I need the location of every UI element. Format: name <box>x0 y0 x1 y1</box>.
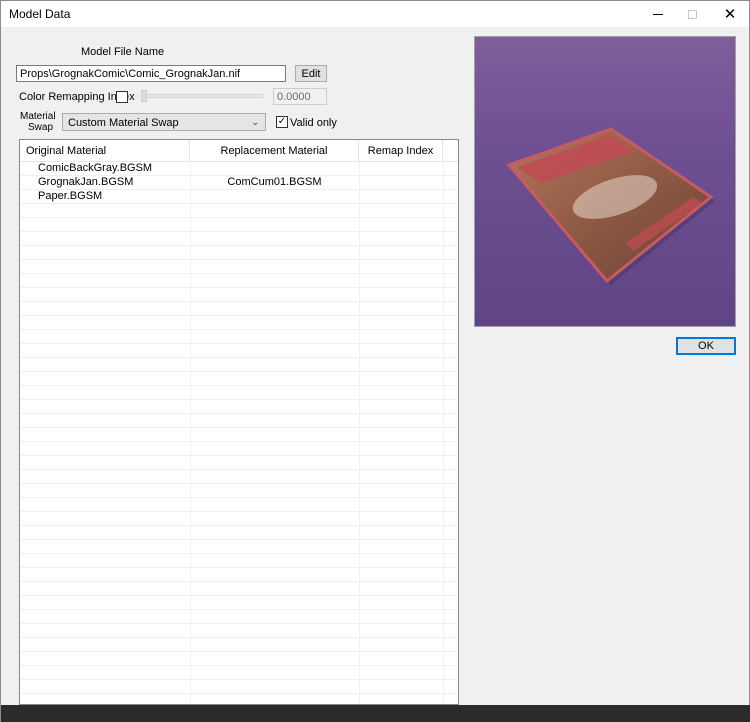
material-swap-dropdown[interactable]: Custom Material Swap ⌄ <box>62 113 266 131</box>
comic-model-render <box>506 127 715 285</box>
table-row[interactable]: GrognakJan.BGSM ComCum01.BGSM <box>20 176 458 190</box>
model-file-name-label: Model File Name <box>81 46 165 58</box>
column-remap-index[interactable]: Remap Index <box>359 140 443 162</box>
table-row[interactable]: Paper.BGSM <box>20 190 458 204</box>
materials-table-body: ComicBackGray.BGSM GrognakJan.BGSM ComCu… <box>20 162 458 704</box>
material-swap-label-line2: Swap <box>28 122 54 133</box>
edit-button[interactable]: Edit <box>295 65 327 82</box>
table-row[interactable]: ComicBackGray.BGSM <box>20 162 458 176</box>
material-swap-selected: Custom Material Swap <box>68 117 179 129</box>
ok-button[interactable]: OK <box>676 337 736 355</box>
model-data-window: Model Data ✕ Model File Name Props\Grogn… <box>0 0 750 722</box>
valid-only-checkbox[interactable]: ✓ <box>276 116 288 128</box>
title-bar[interactable]: Model Data ✕ <box>1 1 749 27</box>
color-remapping-checkbox[interactable] <box>116 91 128 103</box>
maximize-icon <box>687 9 697 19</box>
color-remapping-value-field[interactable]: 0.0000 <box>273 88 327 105</box>
column-original-material[interactable]: Original Material <box>20 140 190 162</box>
close-icon: ✕ <box>723 5 737 23</box>
material-swap-label-line1: Material <box>20 111 56 122</box>
original-material-cell: Paper.BGSM <box>38 190 103 202</box>
window-title: Model Data <box>9 7 71 21</box>
original-material-cell: ComicBackGray.BGSM <box>38 162 153 174</box>
model-file-name-field[interactable]: Props\GrognakComic\Comic_GrognakJan.nif <box>16 65 286 82</box>
minimize-icon <box>653 13 663 15</box>
original-material-cell: GrognakJan.BGSM <box>38 176 134 188</box>
materials-table-header: Original Material Replacement Material R… <box>20 140 458 162</box>
chevron-down-icon: ⌄ <box>251 117 259 127</box>
model-preview-viewport[interactable] <box>474 36 736 327</box>
materials-table[interactable]: Original Material Replacement Material R… <box>19 139 459 705</box>
maximize-button[interactable] <box>675 1 709 27</box>
taskbar-strip <box>1 705 750 722</box>
column-replacement-material[interactable]: Replacement Material <box>190 140 359 162</box>
close-button[interactable]: ✕ <box>713 1 747 27</box>
column-divider <box>443 162 444 704</box>
color-remapping-slider[interactable] <box>141 94 263 98</box>
replacement-material-cell: ComCum01.BGSM <box>227 176 322 188</box>
color-remapping-slider-thumb[interactable] <box>141 90 147 102</box>
valid-only-label: Valid only <box>290 117 337 129</box>
checkmark-icon: ✓ <box>277 116 287 127</box>
minimize-button[interactable] <box>641 1 675 27</box>
